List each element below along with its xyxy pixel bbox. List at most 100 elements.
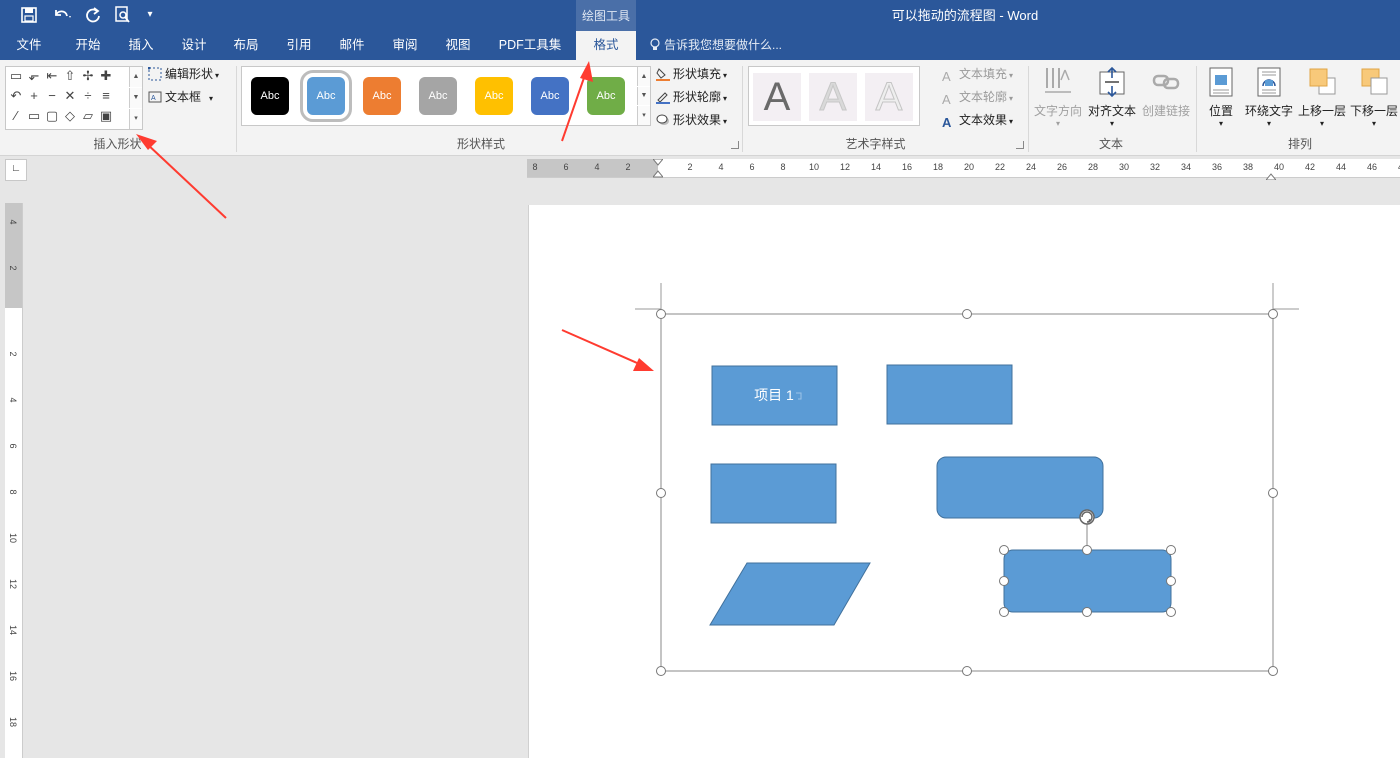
tab-stop-selector[interactable]: ∟ — [5, 159, 27, 181]
line-shape-icon[interactable]: ⁄ — [9, 109, 23, 123]
callout-shape-icon[interactable]: ⬐ — [27, 69, 41, 83]
document-page[interactable]: 项目 1 — [528, 205, 1400, 758]
resize-handle[interactable] — [1268, 666, 1278, 676]
resize-handle[interactable] — [1082, 607, 1092, 617]
shape-effects-button[interactable]: 形状效果 ▾ — [656, 110, 727, 130]
resize-handle[interactable] — [962, 309, 972, 319]
resize-handle[interactable] — [656, 488, 666, 498]
shape-style-swatch[interactable]: Abc — [587, 77, 625, 115]
tab-pdf-tools[interactable]: PDF工具集 — [492, 31, 568, 60]
shape-style-swatch[interactable]: Abc — [251, 77, 289, 115]
math-divide-shape-icon[interactable]: ÷ — [81, 89, 95, 103]
text-box-shape-icon[interactable]: ▭ — [9, 69, 23, 83]
undo-icon[interactable] — [48, 4, 76, 26]
gallery-scroll-down-icon[interactable]: ▼ — [129, 88, 142, 108]
tab-home[interactable]: 开始 — [64, 31, 112, 60]
shape-style-swatch[interactable]: Abc — [363, 77, 401, 115]
text-effects-button[interactable]: A 文本效果 ▾ — [942, 110, 1013, 130]
resize-handle[interactable] — [999, 576, 1009, 586]
tab-view[interactable]: 视图 — [434, 31, 482, 60]
tab-mailings[interactable]: 邮件 — [328, 31, 376, 60]
rectangle-shape-icon[interactable]: ▭ — [27, 109, 41, 123]
save-icon[interactable] — [18, 4, 40, 26]
flowchart-node-5[interactable] — [709, 562, 871, 626]
flowchart-node-3[interactable] — [710, 463, 837, 524]
shape-style-swatch[interactable]: Abc — [419, 77, 457, 115]
rounded-rectangle-shape-icon[interactable]: ▢ — [45, 109, 59, 123]
frame-shape-icon[interactable]: ▣ — [99, 109, 113, 123]
position-button[interactable]: 位置 ▾ — [1202, 66, 1240, 128]
resize-handle[interactable] — [656, 309, 666, 319]
align-text-button[interactable]: 对齐文本 ▾ — [1086, 66, 1138, 128]
wrap-text-button[interactable]: 环绕文字 ▾ — [1242, 66, 1296, 128]
tab-design[interactable]: 设计 — [170, 31, 218, 60]
diamond-shape-icon[interactable]: ◇ — [63, 109, 77, 123]
drawing-canvas[interactable]: 项目 1 — [529, 205, 1400, 758]
tab-references[interactable]: 引用 — [275, 31, 323, 60]
tell-me-search[interactable]: 告诉我您想要做什么... — [650, 31, 782, 60]
gallery-scroll-up-icon[interactable]: ▲ — [129, 67, 142, 87]
resize-handle[interactable] — [999, 607, 1009, 617]
dialog-launcher-icon[interactable] — [731, 141, 739, 149]
shape-outline-button[interactable]: 形状轮廓 ▾ — [656, 87, 727, 107]
gallery-scroll-down-icon[interactable]: ▼ — [637, 87, 650, 105]
resize-handle[interactable] — [1166, 576, 1176, 586]
curved-arrow-shape-icon[interactable]: ↶ — [9, 89, 23, 103]
wordart-sample[interactable]: A — [809, 73, 857, 121]
redo-icon[interactable] — [82, 4, 104, 26]
tab-review[interactable]: 审阅 — [381, 31, 429, 60]
wordart-sample[interactable]: A — [865, 73, 913, 121]
vertical-ruler[interactable]: 4 2 2 4 6 8 10 12 14 16 18 — [5, 203, 23, 758]
text-direction-button[interactable]: 文字方向 ▾ — [1032, 66, 1084, 128]
up-arrow-callout-icon[interactable]: ⇧ — [63, 69, 77, 83]
bring-forward-button[interactable]: 上移一层 ▾ — [1296, 66, 1348, 128]
flowchart-node-4[interactable] — [936, 456, 1104, 519]
resize-handle[interactable] — [1082, 545, 1092, 555]
shape-style-swatch[interactable]: Abc — [531, 77, 569, 115]
math-equal-shape-icon[interactable]: ≡ — [99, 89, 113, 103]
shape-fill-button[interactable]: 形状填充 ▾ — [656, 64, 727, 84]
parallelogram-shape-icon[interactable]: ▱ — [81, 109, 95, 123]
resize-handle[interactable] — [656, 666, 666, 676]
resize-handle[interactable] — [1166, 545, 1176, 555]
gallery-more-icon[interactable]: ▾ — [129, 109, 142, 129]
indent-marker-icon[interactable] — [651, 158, 665, 178]
resize-handle[interactable] — [999, 545, 1009, 555]
tab-file[interactable]: 文件 — [5, 31, 53, 60]
shape-styles-gallery[interactable]: Abc Abc Abc Abc Abc Abc Abc ▲ ▼ ▾ — [241, 66, 651, 126]
shapes-gallery[interactable]: ▭ ⬐ ⇤ ⇧ ✢ ✚ ↶ + − ✕ ÷ ≡ ⁄ ▭ ▢ ◇ ▱ ▣ ▲ ▼ … — [5, 66, 143, 130]
gallery-scroll-up-icon[interactable]: ▲ — [637, 67, 650, 86]
tab-format[interactable]: 格式 — [576, 31, 636, 60]
math-minus-shape-icon[interactable]: − — [45, 89, 59, 103]
wordart-styles-gallery[interactable]: A A A — [748, 66, 920, 126]
resize-handle[interactable] — [962, 666, 972, 676]
text-fill-button[interactable]: A 文本填充 ▾ — [942, 64, 1013, 84]
customize-qat-icon[interactable]: ▾ — [142, 4, 158, 26]
tab-insert[interactable]: 插入 — [117, 31, 165, 60]
right-indent-marker-icon[interactable] — [1264, 169, 1278, 181]
plus-shape-icon[interactable]: ✚ — [99, 69, 113, 83]
rotate-handle-icon[interactable] — [1079, 509, 1095, 525]
math-plus-shape-icon[interactable]: + — [27, 89, 41, 103]
wordart-sample[interactable]: A — [753, 73, 801, 121]
edit-shape-button[interactable]: 编辑形状 ▾ — [147, 64, 219, 84]
resize-handle[interactable] — [1268, 309, 1278, 319]
print-preview-icon[interactable] — [112, 4, 134, 26]
math-multiply-shape-icon[interactable]: ✕ — [63, 89, 77, 103]
flowchart-node-6-selected[interactable] — [1003, 549, 1172, 613]
text-outline-button[interactable]: A 文本轮廓 ▾ — [942, 87, 1013, 107]
resize-handle[interactable] — [1268, 488, 1278, 498]
send-backward-button[interactable]: 下移一层 ▾ — [1348, 66, 1400, 128]
dialog-launcher-icon[interactable] — [1016, 141, 1024, 149]
shape-style-swatch[interactable]: Abc — [475, 77, 513, 115]
cross-arrow-shape-icon[interactable]: ✢ — [81, 69, 95, 83]
horizontal-ruler[interactable]: 8 6 4 2 2 4 6 8 10 12 14 16 18 20 22 24 26 28 30 32 34 36 38 40… — [527, 158, 1400, 181]
tab-layout[interactable]: 布局 — [222, 31, 270, 60]
shape-style-swatch[interactable]: Abc — [300, 70, 352, 122]
left-arrow-callout-icon[interactable]: ⇤ — [45, 69, 59, 83]
gallery-more-icon[interactable]: ▾ — [637, 106, 650, 125]
flowchart-node-2[interactable] — [886, 364, 1013, 425]
resize-handle[interactable] — [1166, 607, 1176, 617]
text-box-button[interactable]: A 文本框 ▾ — [148, 87, 213, 107]
create-link-button[interactable]: 创建链接 — [1140, 66, 1192, 119]
